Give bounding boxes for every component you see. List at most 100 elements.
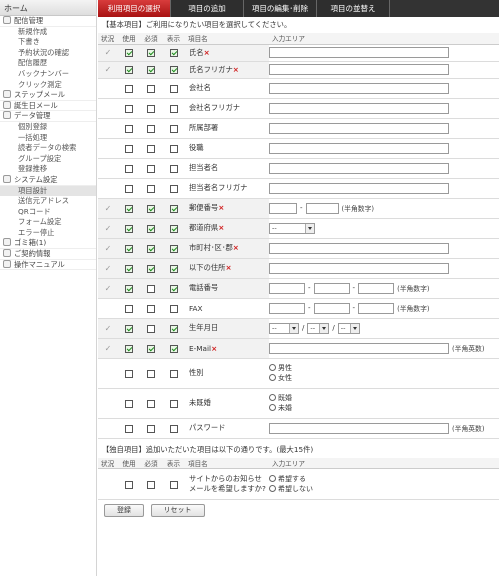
use-checkbox[interactable] bbox=[125, 144, 133, 153]
use-checkbox[interactable] bbox=[125, 224, 133, 233]
field-15-input[interactable] bbox=[269, 342, 449, 354]
sidebar-item[interactable]: エラー停止 bbox=[0, 227, 96, 239]
field-18-input[interactable] bbox=[269, 422, 449, 434]
sidebar-home[interactable]: ホーム bbox=[0, 0, 96, 16]
birthday-year-select[interactable]: -- bbox=[269, 322, 299, 334]
required-checkbox[interactable] bbox=[147, 84, 155, 93]
required-checkbox[interactable] bbox=[147, 324, 155, 333]
display-checkbox[interactable] bbox=[169, 124, 178, 133]
display-checkbox[interactable] bbox=[169, 244, 178, 253]
required-checkbox[interactable] bbox=[147, 184, 155, 193]
sidebar-item[interactable]: クリック測定 bbox=[0, 79, 96, 91]
radio-circle-icon[interactable] bbox=[269, 394, 276, 401]
use-checkbox[interactable] bbox=[125, 164, 133, 173]
required-checkbox[interactable] bbox=[147, 164, 155, 173]
field-1-input[interactable] bbox=[269, 64, 449, 75]
display-checkbox[interactable] bbox=[169, 144, 178, 153]
display-checkbox[interactable] bbox=[169, 184, 178, 193]
required-checkbox[interactable] bbox=[147, 224, 155, 233]
use-checkbox[interactable] bbox=[125, 184, 133, 193]
display-checkbox[interactable] bbox=[169, 104, 178, 113]
use-checkbox[interactable] bbox=[125, 244, 133, 253]
sidebar-item[interactable]: グループ設定 bbox=[0, 153, 96, 165]
register-button[interactable]: 登録 bbox=[104, 504, 144, 517]
sidebar-section[interactable]: 操作マニュアル bbox=[0, 259, 96, 271]
tab-2[interactable]: 項目の追加 bbox=[171, 0, 244, 17]
required-checkbox[interactable] bbox=[147, 124, 155, 133]
field-6-input[interactable] bbox=[269, 162, 449, 174]
required-checkbox[interactable] bbox=[147, 344, 155, 353]
use-checkbox[interactable] bbox=[125, 84, 133, 93]
display-checkbox[interactable] bbox=[169, 84, 178, 93]
use-checkbox[interactable] bbox=[125, 480, 133, 489]
field-12-part-3[interactable] bbox=[358, 282, 395, 294]
radio-circle-icon[interactable] bbox=[269, 364, 276, 371]
sidebar-item[interactable]: 登録推移 bbox=[0, 164, 96, 175]
field-5-input[interactable] bbox=[269, 142, 449, 154]
sidebar-item[interactable]: 送信元アドレス bbox=[0, 196, 96, 207]
field-12-part-1[interactable] bbox=[269, 282, 305, 294]
radio-circle-icon[interactable] bbox=[269, 485, 276, 492]
required-checkbox[interactable] bbox=[147, 49, 155, 57]
field-3-input[interactable] bbox=[269, 102, 449, 114]
required-checkbox[interactable] bbox=[147, 244, 155, 253]
reset-button[interactable]: リセット bbox=[150, 504, 205, 517]
use-checkbox[interactable] bbox=[125, 104, 133, 113]
use-checkbox[interactable] bbox=[125, 204, 133, 213]
sidebar-item[interactable]: フォーム設定 bbox=[0, 217, 96, 228]
sidebar-item[interactable]: 一括処理 bbox=[0, 132, 96, 144]
sidebar-section[interactable]: 配信管理 bbox=[0, 16, 96, 27]
radio-option[interactable]: 女性 bbox=[269, 373, 499, 383]
required-checkbox[interactable] bbox=[147, 480, 155, 489]
sidebar-item[interactable]: 読者データの検索 bbox=[0, 143, 96, 154]
use-checkbox[interactable] bbox=[125, 124, 133, 133]
required-checkbox[interactable] bbox=[147, 399, 155, 408]
sidebar-section[interactable]: 誕生日メール bbox=[0, 100, 96, 112]
tab-4[interactable]: 項目の並替え bbox=[317, 0, 390, 17]
radio-option[interactable]: 男性 bbox=[269, 363, 499, 373]
field-0-input[interactable] bbox=[269, 47, 449, 58]
display-checkbox[interactable] bbox=[169, 344, 178, 353]
display-checkbox[interactable] bbox=[169, 264, 178, 273]
display-checkbox[interactable] bbox=[169, 369, 178, 378]
required-checkbox[interactable] bbox=[147, 104, 155, 113]
field-13-part-3[interactable] bbox=[358, 302, 395, 314]
required-checkbox[interactable] bbox=[147, 66, 155, 74]
display-checkbox[interactable] bbox=[169, 66, 178, 74]
field-13-part-2[interactable] bbox=[313, 302, 350, 314]
sidebar-section[interactable]: ステップメール bbox=[0, 90, 96, 101]
tab-1[interactable]: 利用項目の選択 bbox=[98, 0, 171, 17]
use-checkbox[interactable] bbox=[125, 284, 133, 293]
sidebar-item[interactable]: 個別登録 bbox=[0, 121, 96, 133]
use-checkbox[interactable] bbox=[125, 344, 133, 353]
birthday-month-select[interactable]: -- bbox=[307, 322, 330, 334]
use-checkbox[interactable] bbox=[125, 49, 133, 57]
use-checkbox[interactable] bbox=[125, 324, 133, 333]
tab-3[interactable]: 項目の編集･削除 bbox=[244, 0, 317, 17]
required-checkbox[interactable] bbox=[147, 204, 155, 213]
required-checkbox[interactable] bbox=[147, 264, 155, 273]
sidebar-item[interactable]: QRコード bbox=[0, 206, 96, 218]
field-10-input[interactable] bbox=[269, 242, 449, 254]
prefecture-select[interactable]: -- bbox=[269, 222, 315, 234]
field-7-input[interactable] bbox=[269, 182, 449, 194]
radio-circle-icon[interactable] bbox=[269, 374, 276, 381]
required-checkbox[interactable] bbox=[147, 284, 155, 293]
radio-option[interactable]: 希望しない bbox=[269, 484, 499, 494]
sidebar-section[interactable]: ご契約情報 bbox=[0, 249, 96, 260]
sidebar-item[interactable]: 予約状況の確認 bbox=[0, 47, 96, 59]
use-checkbox[interactable] bbox=[125, 369, 133, 378]
use-checkbox[interactable] bbox=[125, 264, 133, 273]
sidebar-section[interactable]: システム設定 bbox=[0, 174, 96, 186]
required-checkbox[interactable] bbox=[147, 424, 155, 433]
sidebar-item[interactable]: 新規作成 bbox=[0, 26, 96, 38]
sidebar-section[interactable]: データ管理 bbox=[0, 111, 96, 122]
display-checkbox[interactable] bbox=[169, 224, 178, 233]
radio-option[interactable]: 未婚 bbox=[269, 403, 499, 413]
display-checkbox[interactable] bbox=[169, 284, 178, 293]
display-checkbox[interactable] bbox=[169, 399, 178, 408]
field-2-input[interactable] bbox=[269, 82, 449, 94]
display-checkbox[interactable] bbox=[169, 164, 178, 173]
radio-option[interactable]: 希望する bbox=[269, 474, 499, 484]
use-checkbox[interactable] bbox=[125, 304, 133, 313]
